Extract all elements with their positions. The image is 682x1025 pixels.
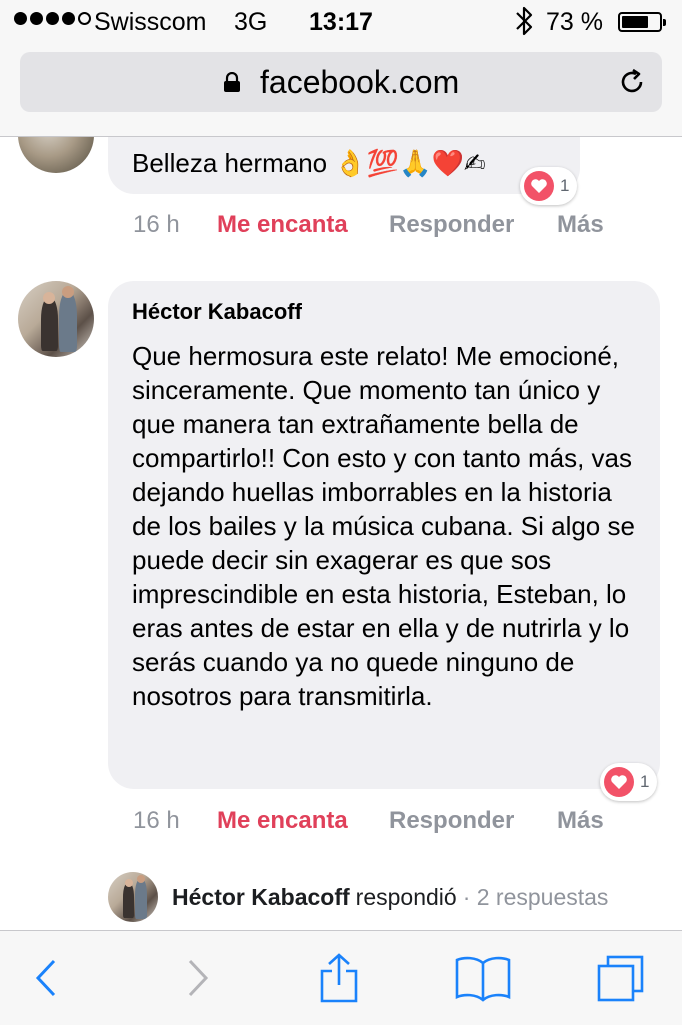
- reaction-badge[interactable]: 1: [520, 167, 578, 205]
- more-button[interactable]: Más: [557, 807, 604, 835]
- status-bar: Swisscom 3G 13:17 73 %: [0, 0, 682, 44]
- share-icon[interactable]: [314, 953, 364, 1003]
- bluetooth-icon: [516, 6, 533, 36]
- address-bar[interactable]: facebook.com: [20, 52, 662, 112]
- heart-icon: [524, 171, 554, 201]
- reply-count[interactable]: · 2 respuestas: [463, 884, 609, 911]
- reaction-badge[interactable]: 1: [600, 763, 658, 801]
- battery-icon: [618, 12, 666, 32]
- love-reaction-button[interactable]: Me encanta: [217, 807, 389, 835]
- reaction-count: 1: [560, 176, 570, 195]
- lock-icon: [224, 72, 240, 92]
- reaction-count: 1: [640, 772, 650, 791]
- comment-bubble: Héctor Kabacoff Que hermosura este relat…: [108, 281, 660, 789]
- comment-time[interactable]: 16 h: [133, 211, 217, 239]
- comments-feed: Belleza hermano 👌💯🙏❤️✍ 1 16 h Me encanta…: [0, 137, 682, 930]
- comment-actions: 16 h Me encanta Responder Más: [133, 807, 604, 835]
- avatar[interactable]: [18, 137, 94, 173]
- comment-author[interactable]: Héctor Kabacoff: [132, 295, 642, 329]
- battery-percent: 73 %: [546, 8, 603, 36]
- comment-actions: 16 h Me encanta Responder Más: [133, 211, 604, 239]
- bookmarks-icon[interactable]: [454, 953, 512, 1003]
- comment-text: Que hermosura este relato! Me emocioné, …: [132, 341, 635, 711]
- reply-verb: respondió: [355, 883, 457, 910]
- reply-author[interactable]: Héctor Kabacoff: [172, 884, 350, 911]
- url-text: facebook.com: [260, 64, 460, 100]
- browser-toolbar: [0, 930, 682, 1025]
- reply-button[interactable]: Responder: [389, 807, 557, 835]
- forward-icon[interactable]: [172, 953, 222, 1003]
- heart-icon: [604, 767, 634, 797]
- comment-text: Belleza hermano 👌💯🙏❤️✍: [132, 148, 486, 178]
- comment-time[interactable]: 16 h: [133, 807, 217, 835]
- avatar: [108, 872, 158, 922]
- back-icon[interactable]: [22, 953, 72, 1003]
- browser-address-area: facebook.com: [0, 44, 682, 137]
- replies-link[interactable]: Héctor Kabacoff respondió · 2 respuestas: [108, 872, 608, 922]
- reload-icon[interactable]: [616, 66, 648, 98]
- love-reaction-button[interactable]: Me encanta: [217, 211, 389, 239]
- tabs-icon[interactable]: [596, 953, 646, 1003]
- reply-button[interactable]: Responder: [389, 211, 557, 239]
- comment-bubble: Belleza hermano 👌💯🙏❤️✍: [108, 137, 580, 194]
- more-button[interactable]: Más: [557, 211, 604, 239]
- avatar[interactable]: [18, 281, 94, 357]
